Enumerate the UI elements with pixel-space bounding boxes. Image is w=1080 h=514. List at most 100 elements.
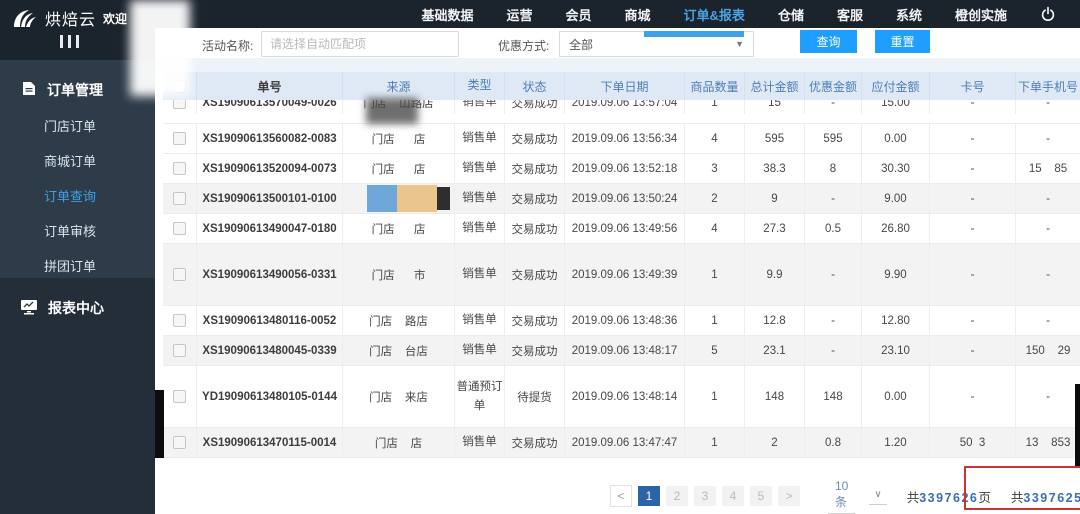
- top-nav-bar: 基础数据 运营 会员 商城 订单&报表 仓储 客服 系统 橙创实施: [0, 0, 1080, 28]
- row-checkbox[interactable]: [173, 436, 186, 449]
- nav-item-3[interactable]: 商城: [625, 5, 651, 24]
- source-cell: 门店 来店: [343, 366, 455, 427]
- sidebar-item-0-0[interactable]: 门店订单: [0, 108, 155, 143]
- checkbox-cell: [163, 336, 197, 365]
- nav-item-4[interactable]: 订单&报表: [684, 5, 745, 24]
- main-content: 活动名称: 优惠方式: 全部 ▼ 查询 重置 单号来源类型状态下单日期商品数量总…: [155, 28, 1080, 514]
- sidebar-item-0-1[interactable]: 商城订单: [0, 143, 155, 178]
- logo-icon: [14, 10, 36, 27]
- payable-amount-cell: 9.00: [862, 184, 930, 213]
- source-cell: 门店 店: [343, 154, 455, 183]
- table-row-1[interactable]: XS19090613560082-0083 门店 店销售单 交易成功 2019.09.…: [163, 124, 1080, 154]
- discount-method-select[interactable]: 全部 ▼: [559, 31, 754, 57]
- order-no-cell: XS19090613470115-0014: [197, 428, 343, 457]
- next-page-button[interactable]: >: [778, 486, 800, 506]
- status-cell: 交易成功: [505, 306, 565, 335]
- table-row-8[interactable]: YD19090613480105-0144 门店 来店 普通预订单 待提货 2019.0…: [163, 366, 1080, 428]
- qty-cell: 2: [685, 184, 745, 213]
- row-checkbox[interactable]: [173, 132, 186, 145]
- sidebar-section-1: 报表中心: [0, 278, 155, 326]
- sidebar-section-title-1[interactable]: 报表中心: [0, 278, 155, 326]
- page-size-chevron-icon[interactable]: ∨: [869, 488, 887, 505]
- sidebar-item-0-2[interactable]: 订单查询: [0, 178, 155, 213]
- row-checkbox[interactable]: [173, 192, 186, 205]
- sidebar-collapse-icon[interactable]: [60, 35, 79, 48]
- page-button-1[interactable]: 1: [638, 486, 660, 506]
- sidebar-item-0-3[interactable]: 订单审核: [0, 213, 155, 248]
- top-nav: 基础数据 运营 会员 商城 订单&报表 仓储 客服 系统 橙创实施: [421, 5, 1007, 24]
- phone-cell: 13 853: [1025, 436, 1071, 449]
- power-icon: [1041, 6, 1055, 21]
- total-amount-cell: 148: [745, 366, 805, 427]
- phone-cell: 15 85: [1028, 162, 1068, 175]
- row-checkbox[interactable]: [173, 100, 186, 109]
- payable-amount-cell: 30.30: [862, 154, 930, 183]
- row-checkbox[interactable]: [173, 222, 186, 235]
- welcome-text: 欢迎: [103, 11, 128, 26]
- phone-cell: -: [1046, 132, 1050, 145]
- table-row-5[interactable]: XS19090613490056-0331 门店 市销售单 交易成功 2019.09.…: [163, 244, 1080, 306]
- card-no-cell: -: [930, 244, 1016, 305]
- column-header-3: 类型: [455, 72, 505, 100]
- row-checkbox[interactable]: [173, 314, 186, 327]
- column-header-1: 单号: [197, 72, 343, 100]
- source-cell: 门店 路店: [343, 306, 455, 335]
- source-cell: 门店 台店: [343, 336, 455, 365]
- table-row-0[interactable]: XS19090613570049-0026 门店 山路店 销售单 交易成功 2019.0…: [163, 100, 1080, 124]
- row-checkbox[interactable]: [173, 162, 186, 175]
- prev-page-button[interactable]: <: [610, 485, 632, 507]
- page-button-2[interactable]: 2: [666, 486, 688, 506]
- card-no-cell: 50 3: [930, 428, 1016, 457]
- status-cell: 交易成功: [505, 154, 565, 183]
- table-row-3[interactable]: XS19090613500101-0100 门店 店销售单 交易成功 2019.09.…: [163, 184, 1080, 214]
- card-no-cell: -: [930, 124, 1016, 153]
- page-button-4[interactable]: 4: [722, 486, 744, 506]
- nav-item-2[interactable]: 会员: [566, 5, 592, 24]
- nav-item-8[interactable]: 橙创实施: [955, 5, 1007, 24]
- row-checkbox[interactable]: [173, 268, 186, 281]
- order-no-cell: XS19090613490047-0180: [197, 214, 343, 243]
- type-cell: 销售单: [455, 184, 505, 213]
- qty-cell: 1: [685, 244, 745, 305]
- row-checkbox[interactable]: [173, 390, 186, 403]
- activity-name-label: 活动名称:: [202, 39, 254, 53]
- table-row-9[interactable]: XS19090613470115-0014 门店 店销售单 交易成功 2019.09.…: [163, 428, 1080, 458]
- discount-method-label: 优惠方式:: [498, 39, 550, 53]
- checkbox-cell: [163, 306, 197, 335]
- power-button[interactable]: [1040, 6, 1056, 22]
- table-header-row: 单号 来源 类型 状态 下单日期 商品数量 总计金额 优惠金额 应付金额 卡号 下单手机号: [163, 72, 1080, 100]
- nav-item-0[interactable]: 基础数据: [421, 5, 473, 24]
- qty-cell: 3: [685, 154, 745, 183]
- nav-item-6[interactable]: 客服: [837, 5, 863, 24]
- table-row-4[interactable]: XS19090613490047-0180 门店 店销售单 交易成功 2019.09.…: [163, 214, 1080, 244]
- page-button-5[interactable]: 5: [750, 486, 772, 506]
- payable-amount-cell: 26.80: [862, 214, 930, 243]
- row-checkbox[interactable]: [173, 344, 186, 357]
- type-cell: 销售单: [455, 124, 505, 153]
- type-cell: 销售单: [455, 244, 505, 305]
- sidebar-section-title-0[interactable]: 订单管理: [0, 60, 155, 108]
- card-no-cell: -: [930, 100, 1016, 114]
- query-button[interactable]: 查询: [800, 30, 857, 53]
- reset-button[interactable]: 重置: [875, 30, 930, 53]
- table-row-7[interactable]: XS19090613480045-0339 门店 台店 销售单 交易成功 2019.09…: [163, 336, 1080, 366]
- select-all-checkbox[interactable]: [173, 79, 186, 93]
- order-no-cell: XS19090613560082-0083: [197, 124, 343, 153]
- app-title: 烘焙云: [45, 12, 97, 29]
- qty-cell: 1: [685, 306, 745, 335]
- status-cell: 交易成功: [505, 428, 565, 457]
- table-row-6[interactable]: XS19090613480116-0052 门店 路店 销售单 交易成功 2019.09…: [163, 306, 1080, 336]
- page-size-select[interactable]: 10条: [828, 478, 856, 514]
- nav-item-5[interactable]: 仓储: [778, 5, 804, 24]
- checkbox-cell: [163, 244, 197, 305]
- payable-amount-cell: 23.10: [862, 336, 930, 365]
- activity-name-input[interactable]: [261, 31, 459, 57]
- report-icon: [20, 299, 38, 318]
- page-button-3[interactable]: 3: [694, 486, 716, 506]
- table-row-2[interactable]: XS19090613520094-0073 门店 店销售单 交易成功 2019.09.…: [163, 154, 1080, 184]
- total-amount-cell: 23.1: [745, 336, 805, 365]
- nav-item-7[interactable]: 系统: [896, 5, 922, 24]
- discount-amount-cell: -: [805, 336, 862, 365]
- nav-item-1[interactable]: 运营: [507, 5, 533, 24]
- column-header-8: 优惠金额: [805, 72, 862, 100]
